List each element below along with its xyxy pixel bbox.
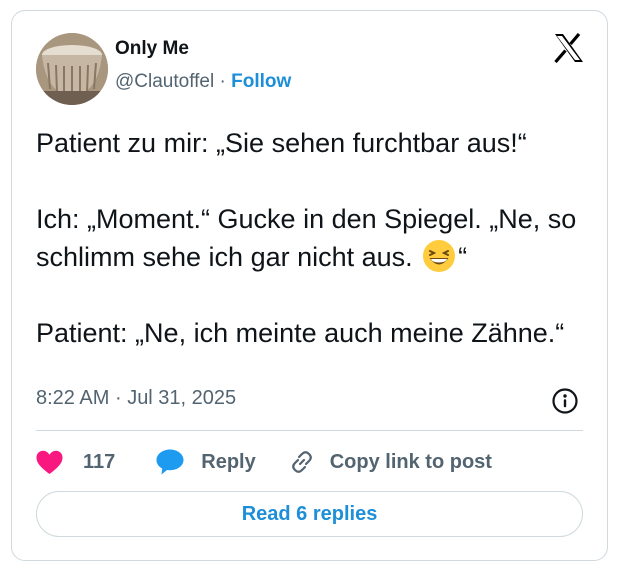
post-time: 8:22 AM	[36, 387, 110, 409]
author-handle-row: @Clautoffel · Follow	[115, 71, 291, 93]
post-card: Only Me @Clautoffel · Follow Patient zu …	[11, 10, 608, 561]
post-line-1: Patient zu mir: „Sie sehen furchtbar aus…	[36, 128, 527, 158]
post-line-3: Patient: „Ne, ich meinte auch meine Zähn…	[36, 318, 565, 348]
reply-button[interactable]: Reply	[155, 448, 256, 476]
avatar[interactable]	[36, 33, 108, 105]
author-name[interactable]: Only Me	[115, 38, 189, 60]
read-replies-label: Read 6 replies	[241, 502, 378, 525]
post-line-2-closing-quote: “	[458, 242, 468, 272]
x-logo-icon[interactable]	[553, 33, 585, 63]
copy-link-label: Copy link to post	[329, 450, 492, 473]
post-line-2: Ich: „Moment.“ Gucke in den Spiegel. „Ne…	[36, 200, 596, 276]
info-icon[interactable]	[551, 387, 579, 415]
divider	[36, 430, 583, 431]
timestamp-separator: ·	[114, 387, 122, 409]
reply-bubble-icon	[156, 449, 184, 475]
avatar-image	[36, 33, 108, 105]
action-bar: 117 Reply Copy link to post	[36, 447, 492, 477]
post-line-2-text: Ich: „Moment.“ Gucke in den Spiegel. „Ne…	[36, 204, 577, 272]
reply-label: Reply	[201, 450, 256, 473]
handle-separator: ·	[219, 71, 226, 92]
post-text: Patient zu mir: „Sie sehen furchtbar aus…	[36, 124, 596, 352]
copy-link-button[interactable]: Copy link to post	[288, 448, 492, 476]
grinning-squinting-face-icon	[423, 240, 456, 272]
like-count: 117	[83, 450, 116, 473]
follow-button[interactable]: Follow	[231, 71, 291, 92]
heart-icon	[36, 450, 63, 474]
link-icon	[291, 451, 312, 473]
author-handle[interactable]: @Clautoffel	[115, 71, 214, 92]
like-button[interactable]: 117	[36, 450, 115, 475]
post-timestamp[interactable]: 8:22 AM · Jul 31, 2025	[36, 387, 236, 410]
read-replies-button[interactable]: Read 6 replies	[36, 491, 583, 537]
post-date: Jul 31, 2025	[127, 387, 237, 409]
